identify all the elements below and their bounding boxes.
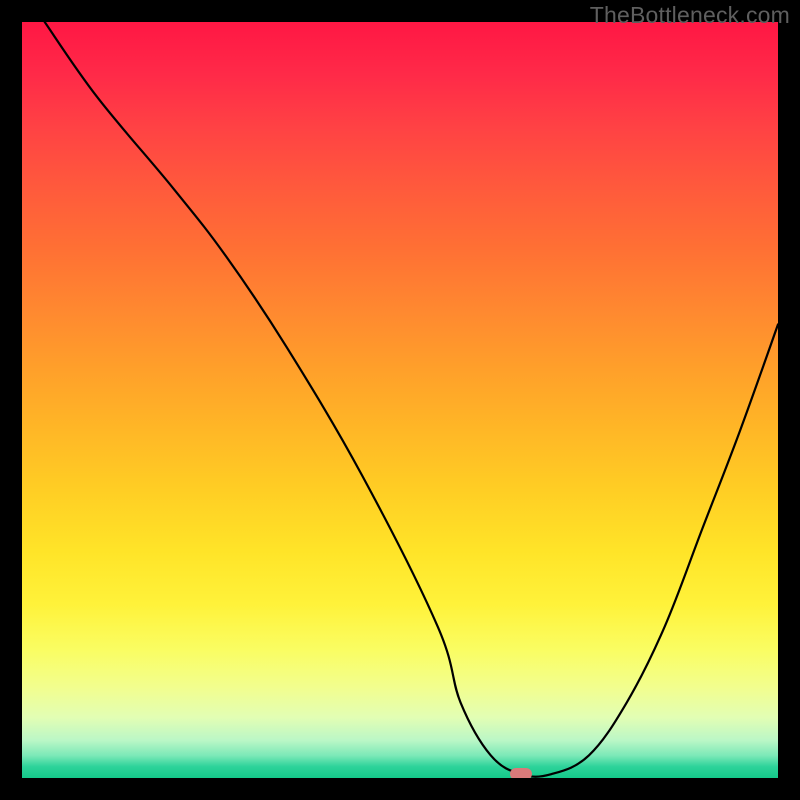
optimal-point-marker: [510, 768, 532, 778]
bottleneck-curve: [22, 22, 778, 778]
chart-frame: TheBottleneck.com: [0, 0, 800, 800]
plot-area: [22, 22, 778, 778]
watermark-text: TheBottleneck.com: [590, 2, 790, 29]
